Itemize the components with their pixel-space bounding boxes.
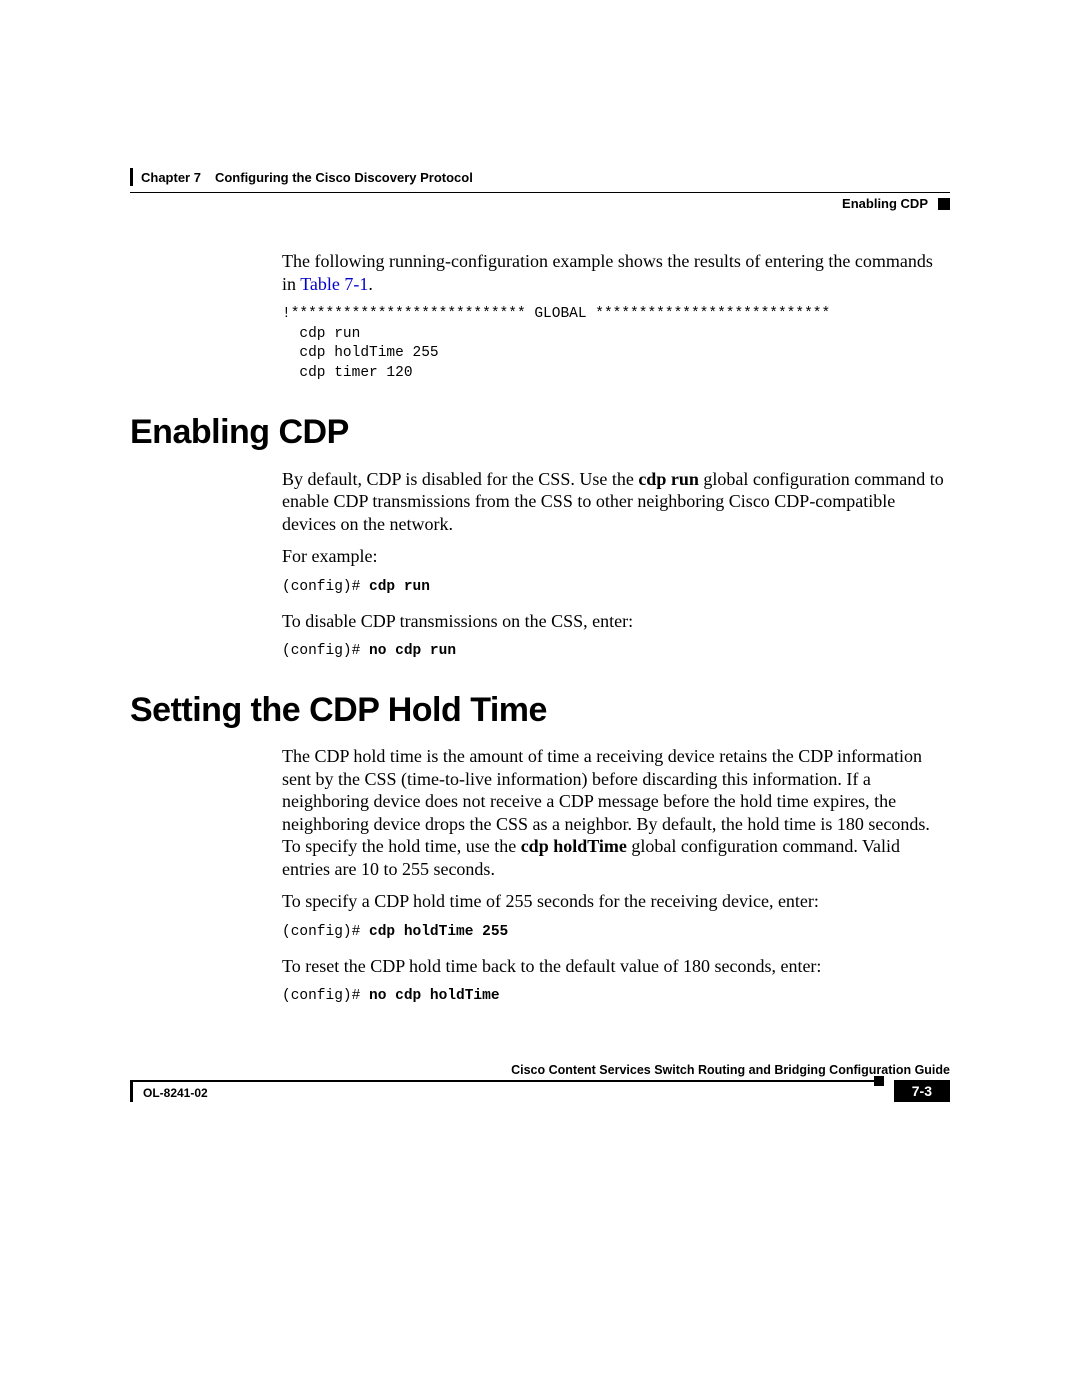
chapter-title: Configuring the Cisco Discovery Protocol (215, 170, 473, 185)
code-cdp-holdtime: (config)# cdp holdTime 255 (282, 923, 950, 941)
text: By default, CDP is disabled for the CSS.… (282, 469, 638, 489)
prompt: (config)# (282, 643, 369, 659)
footer-guide-title: Cisco Content Services Switch Routing an… (130, 1063, 950, 1077)
enabling-paragraph-3: To disable CDP transmissions on the CSS,… (282, 610, 950, 633)
prompt: (config)# (282, 579, 369, 595)
header-sub-row: Enabling CDP (130, 196, 950, 211)
cmd-bold: cdp holdTime (521, 836, 627, 856)
footer-bar: OL-8241-02 7-3 (130, 1080, 950, 1102)
holdtime-paragraph-2: To specify a CDP hold time of 255 second… (282, 890, 950, 913)
code-no-cdp-run: (config)# no cdp run (282, 642, 950, 660)
header-rule (130, 192, 950, 193)
footer-spacer (208, 1080, 874, 1102)
cmd: no cdp holdTime (369, 988, 500, 1004)
chapter-number: Chapter 7 (141, 170, 201, 185)
cmd: no cdp run (369, 643, 456, 659)
page: Chapter 7 Configuring the Cisco Discover… (0, 0, 1080, 1397)
cmd: cdp run (369, 579, 430, 595)
code-no-cdp-holdtime: (config)# no cdp holdTime (282, 987, 950, 1005)
footer-page-number: 7-3 (894, 1080, 950, 1102)
header-top-row: Chapter 7 Configuring the Cisco Discover… (130, 168, 950, 186)
page-footer: Cisco Content Services Switch Routing an… (130, 1063, 950, 1102)
cmd-bold: cdp run (638, 469, 699, 489)
cmd: cdp holdTime 255 (369, 924, 508, 940)
table-link[interactable]: Table 7-1 (300, 274, 368, 294)
page-header: Chapter 7 Configuring the Cisco Discover… (130, 168, 950, 211)
code-cdp-run: (config)# cdp run (282, 578, 950, 596)
prompt: (config)# (282, 988, 369, 1004)
header-left-rule-icon (130, 168, 133, 186)
content-area: The following running-configuration exam… (282, 250, 950, 1019)
intro-paragraph: The following running-configuration exam… (282, 250, 950, 295)
footer-square-icon (874, 1076, 884, 1086)
holdtime-paragraph-1: The CDP hold time is the amount of time … (282, 745, 950, 880)
enabling-paragraph-1: By default, CDP is disabled for the CSS.… (282, 468, 950, 536)
intro-text-a: The following running-configuration exam… (282, 251, 933, 294)
holdtime-paragraph-3: To reset the CDP hold time back to the d… (282, 955, 950, 978)
prompt: (config)# (282, 924, 369, 940)
intro-text-b: . (368, 274, 373, 294)
footer-doc-number: OL-8241-02 (133, 1080, 208, 1102)
heading-enabling-cdp: Enabling CDP (130, 411, 950, 454)
heading-holdtime: Setting the CDP Hold Time (130, 689, 950, 732)
running-config-code: !*************************** GLOBAL ****… (282, 305, 950, 383)
header-square-icon (938, 198, 950, 210)
enabling-paragraph-2: For example: (282, 545, 950, 568)
header-section: Enabling CDP (842, 196, 928, 211)
